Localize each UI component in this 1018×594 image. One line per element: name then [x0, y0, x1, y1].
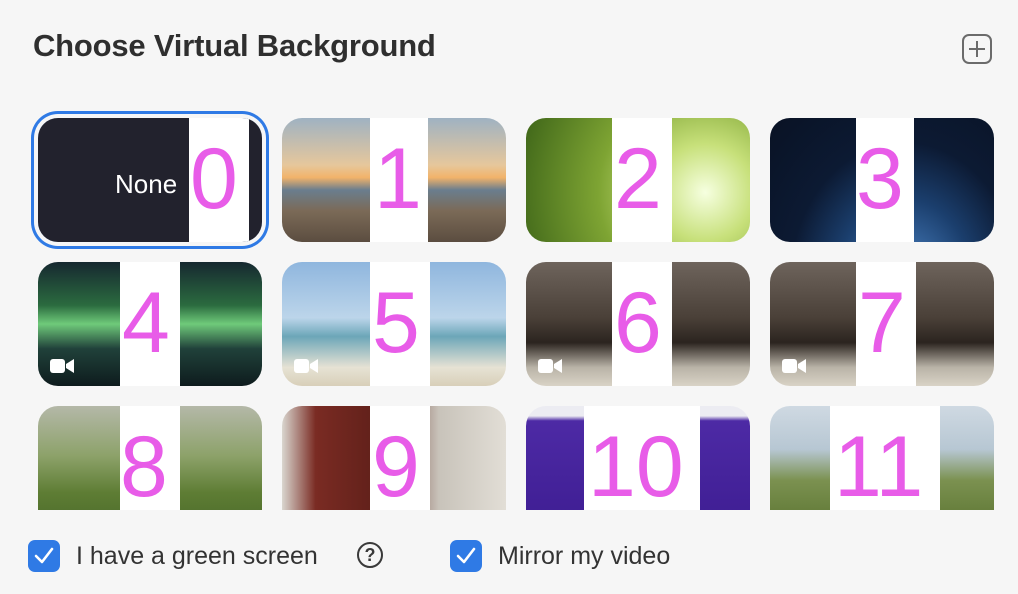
checkmark-icon — [456, 547, 476, 564]
mirror-video-checkbox[interactable] — [450, 540, 482, 572]
options-row: I have a green screen ? Mirror my video — [0, 538, 1018, 574]
background-grid: None 0 1 2 3 4 5 6 7 8 9 10 11 — [0, 0, 1018, 594]
tile-number: 1 — [374, 131, 422, 227]
green-screen-label[interactable]: I have a green screen — [76, 542, 318, 571]
background-tile-room-video-2[interactable]: 7 — [770, 262, 994, 386]
tile-number: 9 — [372, 419, 420, 515]
tile-number: 2 — [614, 131, 662, 227]
tile-number: 6 — [614, 275, 662, 371]
background-tile-golden-gate[interactable]: 1 — [282, 118, 506, 242]
mirror-video-label[interactable]: Mirror my video — [498, 542, 670, 571]
green-screen-checkbox[interactable] — [28, 540, 60, 572]
background-tile-grass[interactable]: 2 — [526, 118, 750, 242]
question-icon[interactable]: ? — [357, 542, 383, 568]
background-tile-aurora[interactable]: 4 — [38, 262, 262, 386]
video-camera-icon — [782, 359, 806, 373]
tile-number: 10 — [588, 419, 684, 515]
tile-number: 11 — [834, 419, 924, 515]
tile-number: 0 — [190, 131, 238, 227]
tile-number: 8 — [120, 419, 168, 515]
background-tile-none[interactable]: None 0 — [38, 118, 262, 242]
tile-number: 5 — [372, 275, 420, 371]
video-camera-icon — [538, 359, 562, 373]
tile-number: 7 — [858, 275, 906, 371]
tile-number: 4 — [122, 275, 170, 371]
video-camera-icon — [294, 359, 318, 373]
none-label: None — [115, 169, 178, 199]
tile-number: 3 — [856, 131, 904, 227]
background-tile-space[interactable]: 3 — [770, 118, 994, 242]
video-camera-icon — [50, 359, 74, 373]
background-tile-room-video-1[interactable]: 6 — [526, 262, 750, 386]
background-tile-beach[interactable]: 5 — [282, 262, 506, 386]
checkmark-icon — [34, 547, 54, 564]
